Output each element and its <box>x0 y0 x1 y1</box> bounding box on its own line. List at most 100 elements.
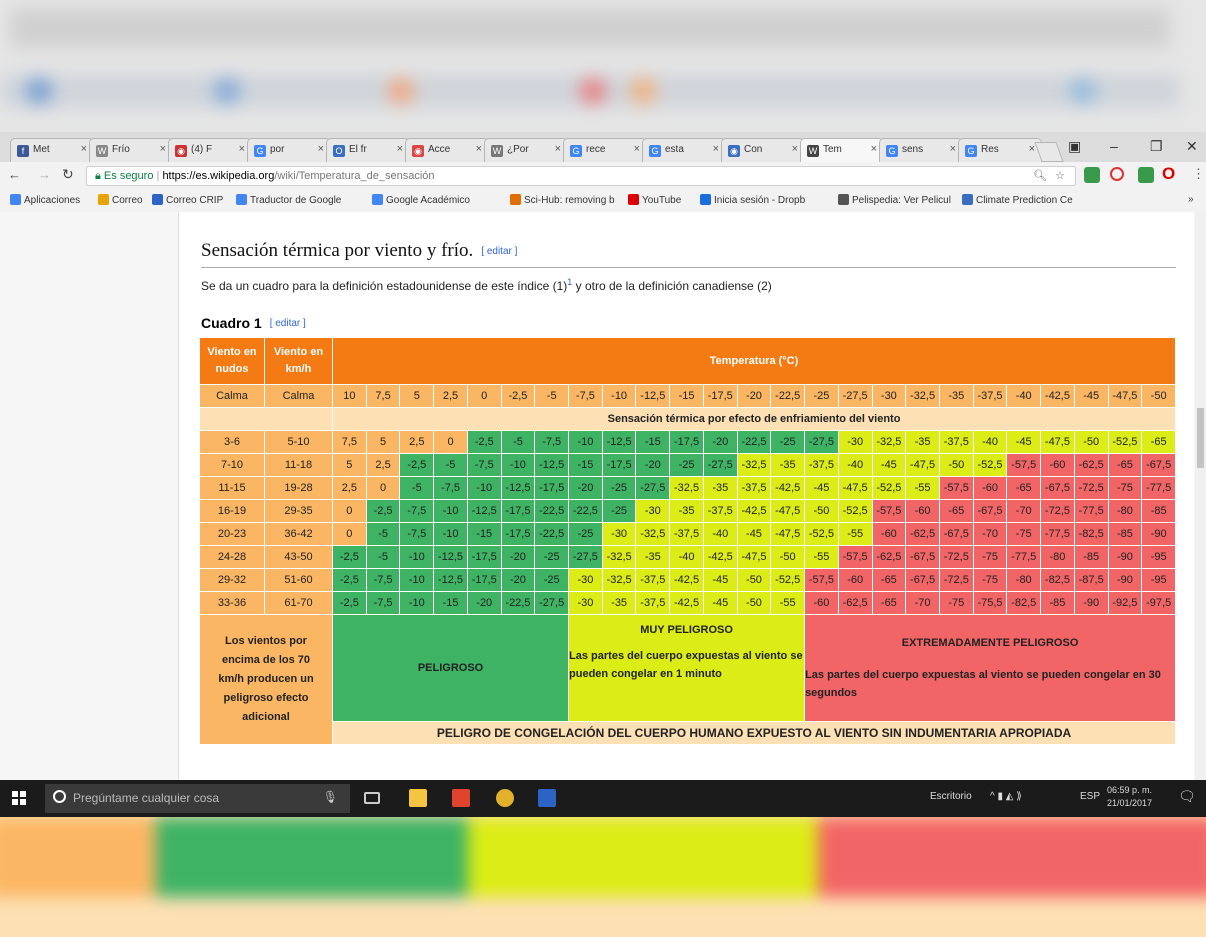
menu-icon[interactable]: ⋮ <box>1192 166 1205 182</box>
wind-chill-cell: -55 <box>770 591 806 615</box>
wind-kmh-cell: 51-60 <box>264 568 333 592</box>
close-window-button[interactable]: ✕ <box>1186 138 1198 155</box>
bookmark-item[interactable]: Google Académico <box>372 194 470 206</box>
file-explorer-icon[interactable] <box>409 789 427 807</box>
desktop-toolbar-label[interactable]: Escritorio <box>930 791 972 802</box>
browser-tab[interactable]: Gesta × <box>642 138 726 162</box>
bookmark-item[interactable]: Correo CRIP <box>152 194 223 206</box>
wind-chill-cell: -27,5 <box>635 476 671 500</box>
tab-close-icon[interactable]: × <box>476 143 482 155</box>
bookmark-item[interactable]: Pelispedia: Ver Pelicul <box>838 194 951 206</box>
extension-record-icon[interactable] <box>1110 167 1124 181</box>
tab-close-icon[interactable]: × <box>871 143 877 155</box>
notifications-icon[interactable]: 🗨︎ <box>1178 788 1196 805</box>
user-icon[interactable]: ▣ <box>1068 138 1081 155</box>
footer-row: PELIGRO DE CONGELACIÓN DEL CUERPO HUMANO… <box>200 721 1177 745</box>
wind-chill-cell: -20 <box>635 453 671 477</box>
back-icon[interactable]: ← <box>8 167 21 182</box>
wind-chill-cell: -57,5 <box>804 568 839 592</box>
extension-icon[interactable] <box>1084 167 1100 183</box>
wind-chill-cell: -12,5 <box>534 453 570 477</box>
bookmark-item[interactable]: Sci-Hub: removing b <box>510 194 615 206</box>
more-bookmarks-icon[interactable]: » <box>1188 194 1194 205</box>
bookmark-item[interactable]: Inicia sesión - Dropb <box>700 194 805 206</box>
tab-close-icon[interactable]: × <box>397 143 403 155</box>
pdf-app-icon[interactable] <box>452 789 470 807</box>
browser-tab[interactable]: Gsens × <box>879 138 963 162</box>
minimize-button[interactable]: – <box>1110 138 1118 154</box>
bookmark-item[interactable]: Correo <box>98 194 143 206</box>
wind-chill-cell: -7,5 <box>365 568 401 592</box>
bookmark-item[interactable]: Climate Prediction Ce <box>962 194 1073 206</box>
browser-tab[interactable]: ◉ Acce × <box>405 138 489 162</box>
table-row: 24-28 43-50 -2,5 -5 -10 -12,5 -17,5 -20 -25 -27,5… <box>199 545 1177 569</box>
chrome-icon[interactable] <box>496 789 514 807</box>
star-icon[interactable]: ☆ <box>1055 169 1065 182</box>
wind-chill-cell: -5 <box>500 430 536 454</box>
language-indicator[interactable]: ESP <box>1080 791 1100 802</box>
wind-chill-cell: -60 <box>871 522 907 546</box>
tab-close-icon[interactable]: × <box>1029 143 1035 155</box>
tab-close-icon[interactable]: × <box>792 143 798 155</box>
url-host: https://es.wikipedia.org <box>162 170 275 182</box>
wind-chill-cell: 5 <box>365 430 401 454</box>
page-scrollbar[interactable] <box>1195 212 1206 780</box>
bookmark-item[interactable]: YouTube <box>628 194 681 206</box>
browser-tab[interactable]: W Frío × <box>89 138 173 162</box>
browser-tab[interactable]: O El fr × <box>326 138 410 162</box>
windows-start-icon[interactable] <box>12 791 26 805</box>
bookmark-item[interactable]: Aplicaciones <box>10 194 80 206</box>
taskbar-search-box[interactable]: Pregúntame cualquier cosa 🎙︎ <box>45 784 350 813</box>
wind-chill-cell: -35 <box>669 499 704 523</box>
url-bar[interactable]: 🔒︎ Es seguro | https://es.wikipedia.org/… <box>86 166 1076 186</box>
word-icon[interactable] <box>538 789 556 807</box>
reload-icon[interactable]: ↻ <box>62 166 74 183</box>
tab-close-icon[interactable]: × <box>950 143 956 155</box>
wind-chill-cell: -25 <box>534 568 570 592</box>
edit-section-link[interactable]: [ editar ] <box>481 246 517 257</box>
opera-icon[interactable]: O <box>1162 164 1175 184</box>
wind-chill-cell: -42,5 <box>736 499 772 523</box>
wind-chill-cell: -7,5 <box>399 499 435 523</box>
wind-chill-cell: -20 <box>702 430 738 454</box>
browser-tab[interactable]: f Met × <box>10 138 94 162</box>
browser-tab[interactable]: G Res × <box>958 138 1042 162</box>
wind-chill-cell: -52,5 <box>804 522 839 546</box>
edit-table-link[interactable]: [ editar ] <box>270 318 306 329</box>
temperature-cell: -37,5 <box>972 384 1008 408</box>
browser-tab[interactable]: Grece × <box>563 138 647 162</box>
wind-chill-cell: -72,5 <box>938 568 974 592</box>
bookmark-item[interactable]: Traductor de Google <box>236 194 341 206</box>
temperature-cell: -32,5 <box>905 384 940 408</box>
microphone-icon[interactable]: 🎙︎ <box>323 790 338 804</box>
tray-icons[interactable]: ^ ▮ ◭ ⟫ <box>990 791 1022 802</box>
task-view-icon[interactable] <box>364 792 380 804</box>
tab-close-icon[interactable]: × <box>160 143 166 155</box>
browser-tab[interactable]: ◉ (4) F × <box>168 138 252 162</box>
wind-chill-cell: -27,5 <box>702 453 738 477</box>
wind-chill-cell: -32,5 <box>601 568 637 592</box>
tab-close-icon[interactable]: × <box>81 143 87 155</box>
extension-icon-2[interactable] <box>1138 167 1154 183</box>
tab-close-icon[interactable]: × <box>634 143 640 155</box>
tab-close-icon[interactable]: × <box>239 143 245 155</box>
tab-favicon: W <box>96 145 108 157</box>
tab-close-icon[interactable]: × <box>555 143 561 155</box>
tab-close-icon[interactable]: × <box>713 143 719 155</box>
wind-chill-cell: -45 <box>736 522 772 546</box>
browser-tab[interactable]: ◉ Con × <box>721 138 805 162</box>
clock[interactable]: 06:59 p. m. 21/01/2017 <box>1107 784 1152 810</box>
table-row: 16-19 29-35 0 -2,5 -7,5 -10 -12,5 -17,5 -22,5 -22… <box>199 499 1177 523</box>
browser-tab[interactable]: W Tem × <box>800 138 884 162</box>
browser-tab[interactable]: Gpor × <box>247 138 331 162</box>
zoom-icon[interactable]: 🔍︎ <box>1033 169 1047 182</box>
temperature-cell: 7,5 <box>365 384 401 408</box>
browser-tab[interactable]: W ¿Por × <box>484 138 568 162</box>
wind-chill-cell: -97,5 <box>1141 591 1177 615</box>
bookmark-label: Climate Prediction Ce <box>976 195 1073 206</box>
tab-favicon: W <box>807 145 819 157</box>
tab-close-icon[interactable]: × <box>318 143 324 155</box>
restore-button[interactable]: ❐ <box>1150 138 1163 155</box>
forward-icon[interactable]: → <box>38 167 51 182</box>
wind-chill-cell: -17,5 <box>500 499 536 523</box>
